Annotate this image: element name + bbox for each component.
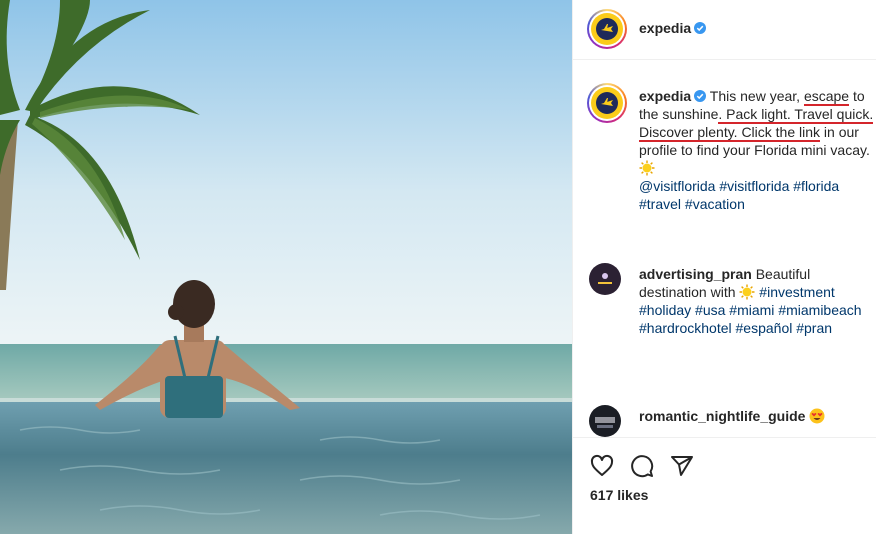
comment-tag[interactable]: #usa — [695, 302, 725, 318]
post-header: expedia — [573, 0, 876, 60]
comment-username[interactable]: advertising_pran — [639, 266, 752, 282]
heart-icon[interactable] — [590, 454, 614, 478]
caption-underlined-segment: escape — [803, 88, 850, 106]
post-side-panel: expedia expedia This new year, escape to… — [572, 0, 876, 534]
post-photo — [0, 0, 572, 534]
comment-tag[interactable]: #hardrockhotel — [639, 320, 732, 336]
caption-tag[interactable]: #florida — [793, 178, 839, 194]
avatar[interactable] — [589, 263, 621, 295]
caption-segment: This new year, — [709, 88, 804, 104]
comment-tag[interactable]: #español — [736, 320, 793, 336]
caption-tag[interactable]: @visitflorida — [639, 178, 715, 194]
comment-icon[interactable] — [630, 454, 654, 478]
caption-underlined-segment: Discover plenty. Click the link — [639, 124, 821, 142]
caption-tag[interactable]: #visitflorida — [719, 178, 789, 194]
share-icon[interactable] — [670, 454, 694, 478]
comment-text: advertising_pran Beautiful destination w… — [639, 265, 875, 337]
caption-tag[interactable]: #vacation — [685, 196, 745, 212]
verified-badge-icon — [694, 22, 707, 34]
verified-badge-icon — [694, 90, 707, 102]
caption-underlined-segment: . Pack light. Travel quick. — [718, 106, 874, 124]
avatar[interactable] — [587, 83, 627, 123]
comment-username[interactable]: romantic_nightlife_guide — [639, 408, 805, 424]
comment-tag[interactable]: #investment — [759, 284, 834, 300]
avatar[interactable] — [589, 405, 621, 437]
post-actions: 617 likes — [573, 437, 876, 534]
header-username[interactable]: expedia — [639, 20, 691, 36]
pran-logo-icon — [598, 273, 612, 284]
caption-text: expedia This new year, escape to the sun… — [639, 87, 875, 213]
comment-text: romantic_nightlife_guide — [639, 407, 875, 425]
nightlife-logo-icon — [595, 417, 615, 428]
comments-list[interactable]: expedia This new year, escape to the sun… — [573, 61, 876, 437]
avatar[interactable] — [587, 9, 627, 49]
caption-username[interactable]: expedia — [639, 88, 691, 104]
plane-icon — [601, 24, 613, 32]
sun-emoji-icon — [739, 284, 755, 300]
comment-tag[interactable]: #pran — [796, 320, 832, 336]
plane-icon — [601, 98, 613, 106]
comment-tag[interactable]: #holiday — [639, 302, 691, 318]
likes-count[interactable]: 617 likes — [590, 487, 648, 503]
heart-eyes-emoji-icon — [809, 408, 825, 424]
sun-emoji-icon — [639, 160, 655, 176]
comment-tag[interactable]: #miami — [729, 302, 774, 318]
comment-tag[interactable]: #miamibeach — [778, 302, 861, 318]
caption-tag[interactable]: #travel — [639, 196, 681, 212]
